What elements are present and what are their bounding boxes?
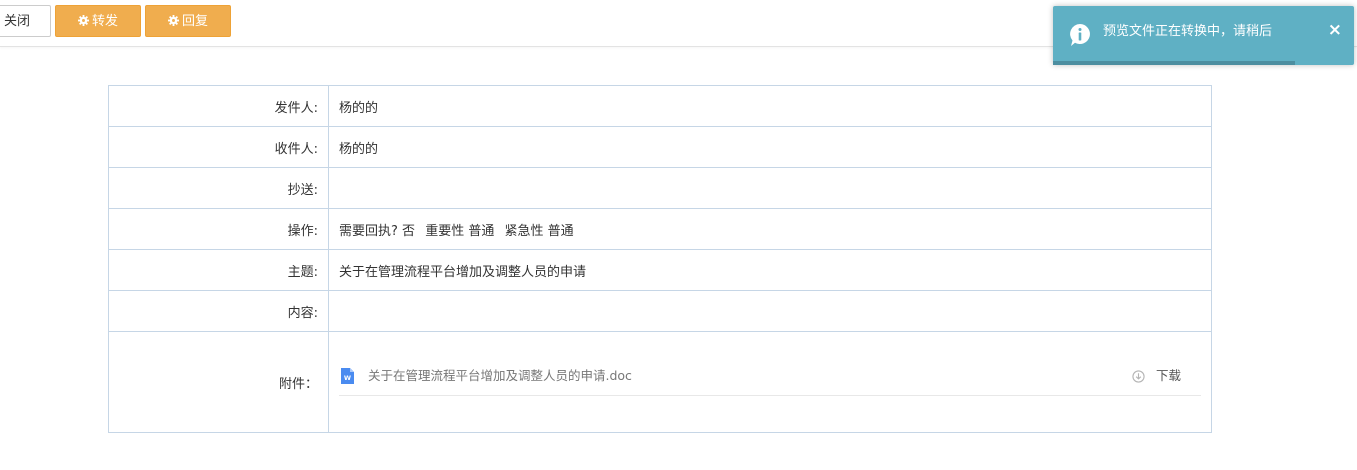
recipient-label: 收件人: xyxy=(108,126,329,168)
urgency-text: 紧急性 普通 xyxy=(504,223,574,239)
sender-row: 发件人: 杨的的 xyxy=(108,85,1212,127)
reply-button[interactable]: 回复 xyxy=(145,5,231,37)
attachment-item: W 关于在管理流程平台增加及调整人员的申请.doc 下载 xyxy=(339,359,1201,396)
receipt-required-text: 需要回执? 否 xyxy=(339,223,416,239)
attachments-value: W 关于在管理流程平台增加及调整人员的申请.doc 下载 xyxy=(328,331,1212,433)
operation-value: 需要回执? 否 重要性 普通 紧急性 普通 xyxy=(328,208,1212,250)
operation-row: 操作: 需要回执? 否 重要性 普通 紧急性 普通 xyxy=(108,208,1212,250)
subject-label: 主题: xyxy=(108,249,329,291)
toast-message: 预览文件正在转换中，请稍后 xyxy=(1103,24,1273,39)
recipient-value: 杨的的 xyxy=(328,126,1212,168)
content-row: 内容: xyxy=(108,290,1212,332)
gear-icon xyxy=(167,15,179,26)
toast-close-button[interactable]: × xyxy=(1328,20,1342,40)
svg-text:W: W xyxy=(344,374,351,382)
sender-value: 杨的的 xyxy=(328,85,1212,127)
subject-value: 关于在管理流程平台增加及调整人员的申请 xyxy=(328,249,1212,291)
operation-label: 操作: xyxy=(108,208,329,250)
content-value xyxy=(328,290,1212,332)
download-icon[interactable] xyxy=(1132,369,1145,383)
word-doc-icon: W xyxy=(341,367,354,384)
info-toast: 预览文件正在转换中，请稍后 × xyxy=(1053,6,1354,65)
sender-label: 发件人: xyxy=(108,85,329,127)
subject-row: 主题: 关于在管理流程平台增加及调整人员的申请 xyxy=(108,249,1212,291)
attachments-row: 附件： W 关于在管理流程平台增加及调整人员的申请.doc 下载 xyxy=(108,331,1212,433)
forward-button-label: 转发 xyxy=(91,14,118,29)
close-button[interactable]: 关闭 xyxy=(0,5,51,37)
cc-row: 抄送: xyxy=(108,167,1212,209)
reply-button-label: 回复 xyxy=(181,14,208,29)
cc-label: 抄送: xyxy=(108,167,329,209)
info-icon xyxy=(1070,24,1090,46)
content-label: 内容: xyxy=(108,290,329,332)
message-detail-table: 发件人: 杨的的 收件人: 杨的的 抄送: 操作: 需要回执? 否 重要性 普通… xyxy=(108,85,1212,433)
toast-progress-bar xyxy=(1053,61,1296,65)
download-link[interactable]: 下载 xyxy=(1156,368,1181,384)
attachment-name-link[interactable]: 关于在管理流程平台增加及调整人员的申请.doc xyxy=(368,368,632,384)
cc-value xyxy=(328,167,1212,209)
attachments-label: 附件： xyxy=(108,331,329,433)
importance-text: 重要性 普通 xyxy=(425,223,495,239)
close-button-label: 关闭 xyxy=(4,14,31,29)
gear-icon xyxy=(77,15,89,26)
forward-button[interactable]: 转发 xyxy=(55,5,141,37)
recipient-row: 收件人: 杨的的 xyxy=(108,126,1212,168)
